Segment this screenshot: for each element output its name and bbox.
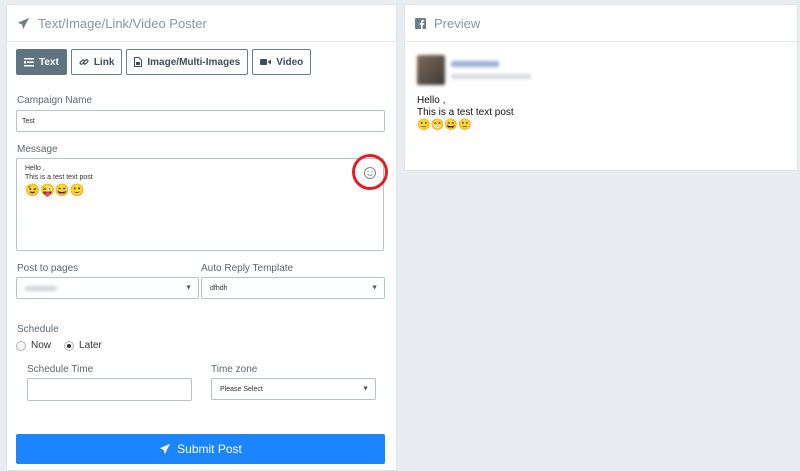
- paper-plane-icon: [159, 443, 171, 455]
- schedule-time-label: Schedule Time: [27, 364, 94, 375]
- tab-link-label: Link: [93, 56, 115, 68]
- schedule-now-option[interactable]: Now: [16, 340, 51, 351]
- chevron-down-icon: ▼: [371, 284, 378, 292]
- poster-header: Text/Image/Link/Video Poster: [7, 5, 396, 42]
- file-image-icon: [134, 57, 143, 67]
- schedule-later-label: Later: [79, 340, 102, 351]
- time-zone-value: Please Select: [220, 385, 263, 393]
- submit-post-button[interactable]: Submit Post: [16, 434, 385, 464]
- poster-panel: Text/Image/Link/Video Poster Text Link I…: [6, 4, 397, 471]
- submit-post-label: Submit Post: [177, 442, 242, 456]
- campaign-name-value: Test: [22, 117, 35, 125]
- facebook-icon: [415, 17, 426, 29]
- message-emojis: 😉😜😄🙂: [25, 183, 85, 197]
- video-camera-icon: [260, 59, 272, 65]
- campaign-name-input[interactable]: Test: [16, 110, 385, 132]
- message-textarea[interactable]: Hello , This is a test text post 😉😜😄🙂: [16, 158, 384, 251]
- schedule-options: Now Later: [16, 340, 115, 351]
- poster-title: Text/Image/Link/Video Poster: [38, 15, 207, 31]
- preview-panel: Preview Hello , This is a test text post…: [404, 4, 798, 171]
- schedule-label: Schedule: [17, 324, 59, 335]
- tab-image-label: Image/Multi-Images: [147, 56, 241, 68]
- post-type-tabs: Text Link Image/Multi-Images Video: [16, 49, 315, 75]
- preview-title: Preview: [434, 15, 481, 31]
- tab-text[interactable]: Text: [16, 49, 67, 75]
- post-to-pages-label: Post to pages: [17, 263, 79, 274]
- preview-header: Preview: [405, 5, 797, 42]
- chevron-down-icon: ▼: [362, 385, 369, 393]
- message-line-2: This is a test text post: [25, 174, 93, 181]
- schedule-now-label: Now: [31, 340, 52, 351]
- preview-line-2: This is a test text post: [417, 107, 514, 118]
- campaign-name-label: Campaign Name: [17, 95, 93, 106]
- chevron-down-icon: ▼: [185, 284, 192, 292]
- tab-video[interactable]: Video: [252, 49, 312, 75]
- tab-text-label: Text: [39, 56, 59, 68]
- preview-emojis: 🙂😁😄🙂: [417, 119, 472, 131]
- paper-plane-icon: [17, 17, 30, 29]
- preview-user-subtitle: [451, 74, 531, 79]
- auto-reply-select[interactable]: dfhdh ▼: [201, 277, 385, 299]
- preview-user: [417, 55, 531, 85]
- auto-reply-value: dfhdh: [210, 284, 228, 292]
- preview-user-info: [451, 61, 531, 79]
- message-line-1: Hello ,: [25, 165, 45, 172]
- tab-image[interactable]: Image/Multi-Images: [126, 49, 249, 75]
- text-icon: [24, 57, 34, 66]
- post-to-pages-value: [25, 285, 57, 291]
- preview-message: Hello , This is a test text post 🙂😁😄🙂: [417, 95, 514, 131]
- post-to-pages-select[interactable]: ▼: [16, 277, 199, 299]
- time-zone-label: Time zone: [211, 364, 258, 375]
- schedule-later-option[interactable]: Later: [64, 340, 102, 351]
- schedule-now-radio[interactable]: [16, 340, 26, 351]
- time-zone-select[interactable]: Please Select ▼: [211, 378, 376, 400]
- preview-user-name: [451, 61, 499, 67]
- avatar: [417, 55, 445, 85]
- auto-reply-label: Auto Reply Template: [201, 263, 294, 274]
- tab-link[interactable]: Link: [70, 49, 123, 75]
- tab-video-label: Video: [276, 56, 304, 68]
- schedule-time-input[interactable]: [27, 378, 192, 401]
- preview-line-1: Hello ,: [417, 95, 446, 106]
- highlight-circle: [352, 154, 388, 190]
- schedule-later-radio[interactable]: [64, 340, 75, 351]
- link-icon: [79, 59, 89, 65]
- message-label: Message: [17, 144, 58, 155]
